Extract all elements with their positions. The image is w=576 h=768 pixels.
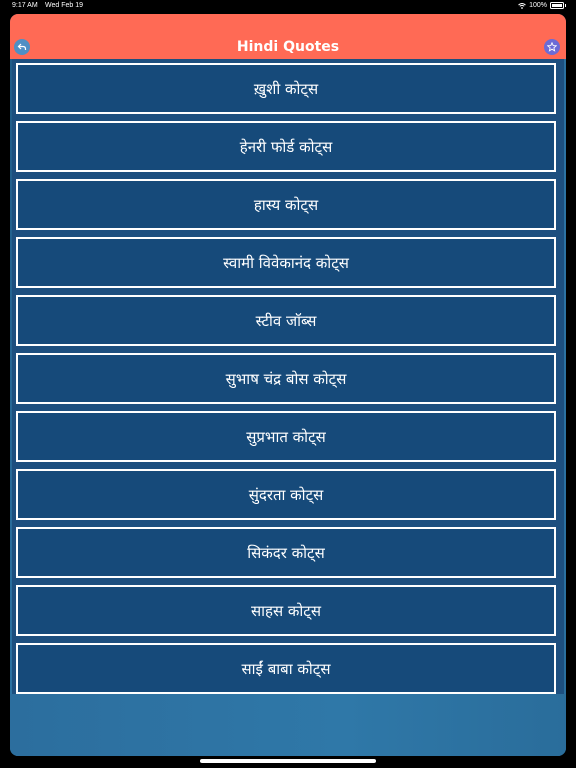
wifi-icon	[518, 2, 526, 9]
page-title: Hindi Quotes	[236, 39, 340, 55]
list-item-9[interactable]: साहस कोट्स	[16, 585, 556, 636]
battery-icon	[550, 2, 566, 9]
list-item-0[interactable]: ख़ुशी कोट्स	[16, 63, 556, 114]
list-item-7[interactable]: सुंदरता कोट्स	[16, 469, 556, 520]
list-item-3[interactable]: स्वामी विवेकानंद कोट्स	[16, 237, 556, 288]
battery-percent: 100%	[529, 2, 547, 9]
status-bar: 9:17 AM Wed Feb 19 100%	[0, 0, 576, 12]
list-item-8[interactable]: सिकंदर कोट्स	[16, 527, 556, 578]
home-indicator[interactable]	[200, 759, 376, 763]
footer-band	[10, 694, 566, 756]
list-item-5[interactable]: सुभाष चंद्र बोस कोट्स	[16, 353, 556, 404]
quote-category-list[interactable]: ख़ुशी कोट्स हेनरी फोर्ड कोट्स हास्य कोट्…	[12, 59, 564, 694]
status-time: 9:17 AM	[12, 2, 38, 9]
status-right: 100%	[518, 2, 566, 9]
status-date: Wed Feb 19	[45, 2, 84, 9]
list-item-1[interactable]: हेनरी फोर्ड कोट्स	[16, 121, 556, 172]
app-window: Hindi Quotes ख़ुशी कोट्स हेनरी फोर्ड कोट…	[10, 14, 566, 756]
list-item-10[interactable]: साईं बाबा कोट्स	[16, 643, 556, 694]
favorites-button[interactable]	[544, 39, 560, 55]
list-item-2[interactable]: हास्य कोट्स	[16, 179, 556, 230]
list-item-4[interactable]: स्टीव जॉब्स	[16, 295, 556, 346]
list-item-6[interactable]: सुप्रभात कोट्स	[16, 411, 556, 462]
header: Hindi Quotes	[10, 14, 566, 59]
star-icon	[547, 42, 557, 52]
